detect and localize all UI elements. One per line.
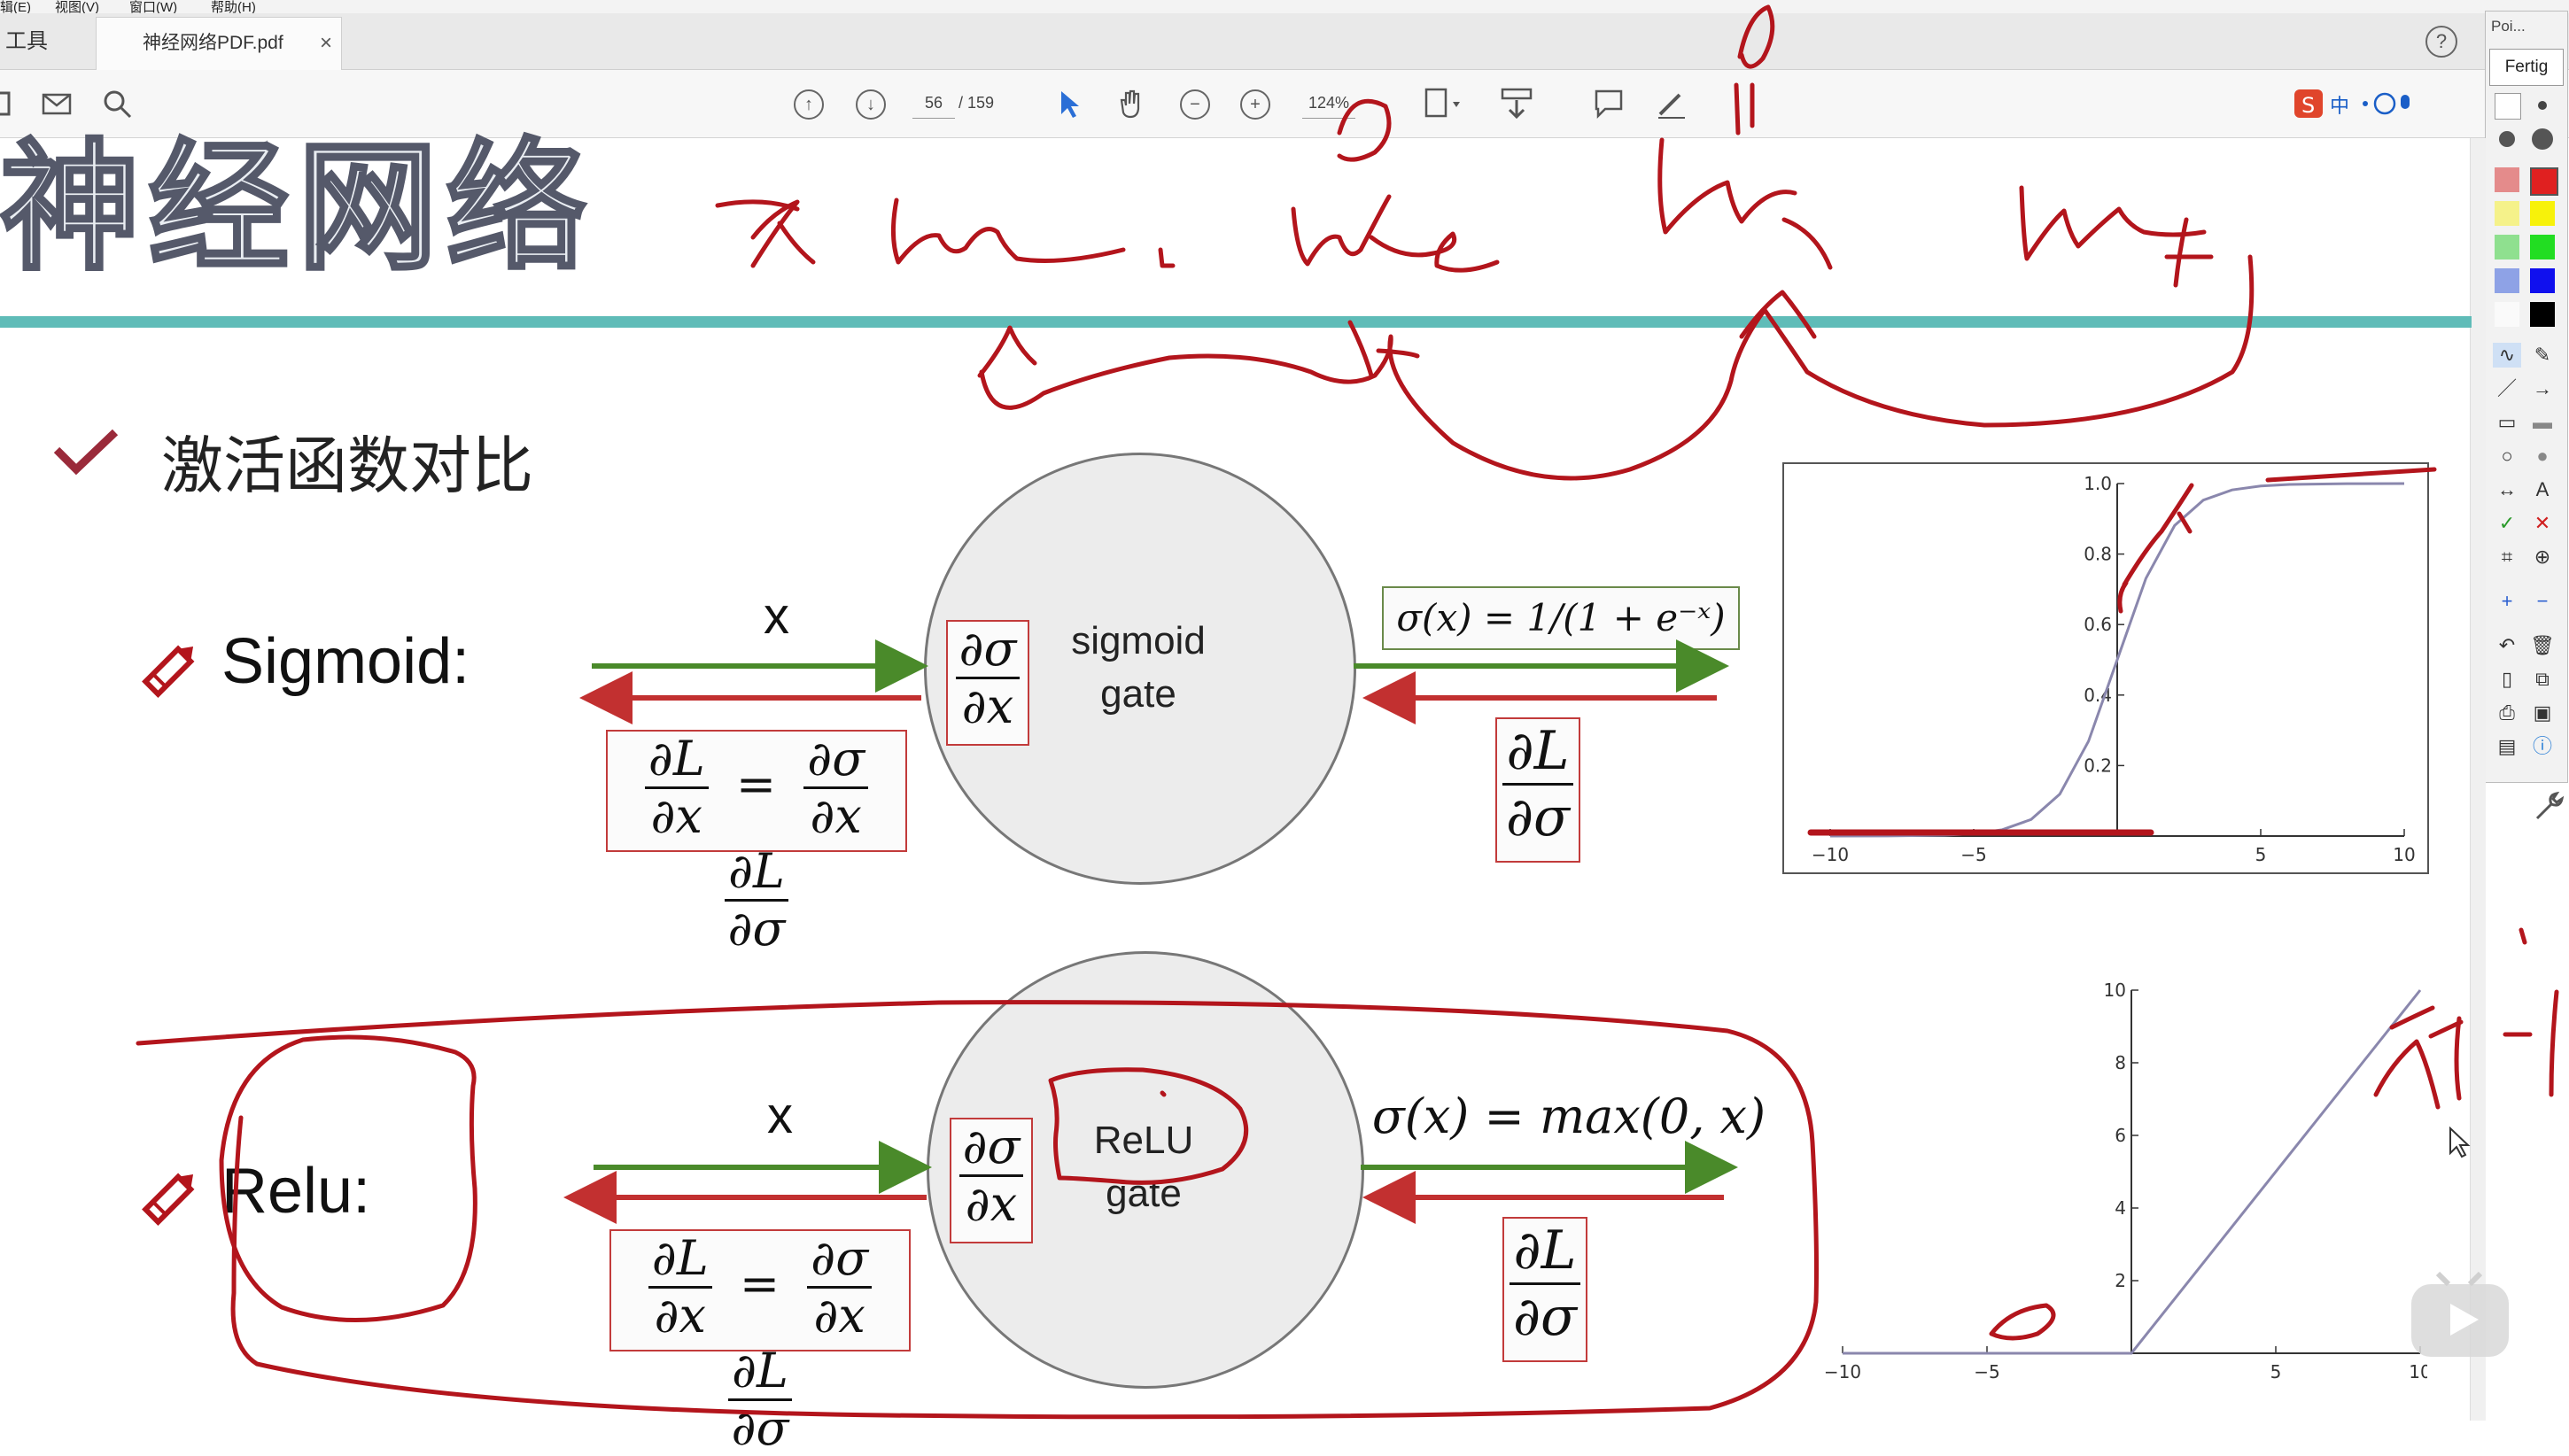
ink-w3-top: [1734, 4, 1775, 136]
ink-w2-top: [1337, 98, 1392, 162]
ink-eq-right: [2503, 927, 2559, 1097]
ink-relu-dot: [1160, 1090, 1167, 1097]
ink-w2: [1291, 194, 1500, 273]
ink-sigmoid-trace: [2117, 467, 2437, 614]
wrench-icon[interactable]: [2532, 788, 2567, 828]
ink-w3: [1657, 137, 1833, 270]
ink-w4: [2019, 185, 2214, 288]
mouse-cursor-icon: [2449, 1126, 2472, 1163]
video-watermark-icon: [2408, 1270, 2514, 1367]
ink-relu-circle: [219, 1034, 477, 1322]
ink-annotations: [136, 4, 2559, 1420]
ink-relu-gate-circle: [1048, 1067, 1249, 1185]
ink-w1-sub: [1158, 247, 1176, 268]
ink-relu-enclosure: [136, 1000, 1819, 1420]
ink-zero: [1989, 1303, 2056, 1341]
ink-x-right: [2373, 1005, 2464, 1110]
ink-w1: [890, 197, 1126, 265]
ink-x-symbol: [715, 199, 816, 268]
ink-brace-arcs: [979, 254, 2255, 481]
ink-arrowheads: [977, 290, 1817, 378]
